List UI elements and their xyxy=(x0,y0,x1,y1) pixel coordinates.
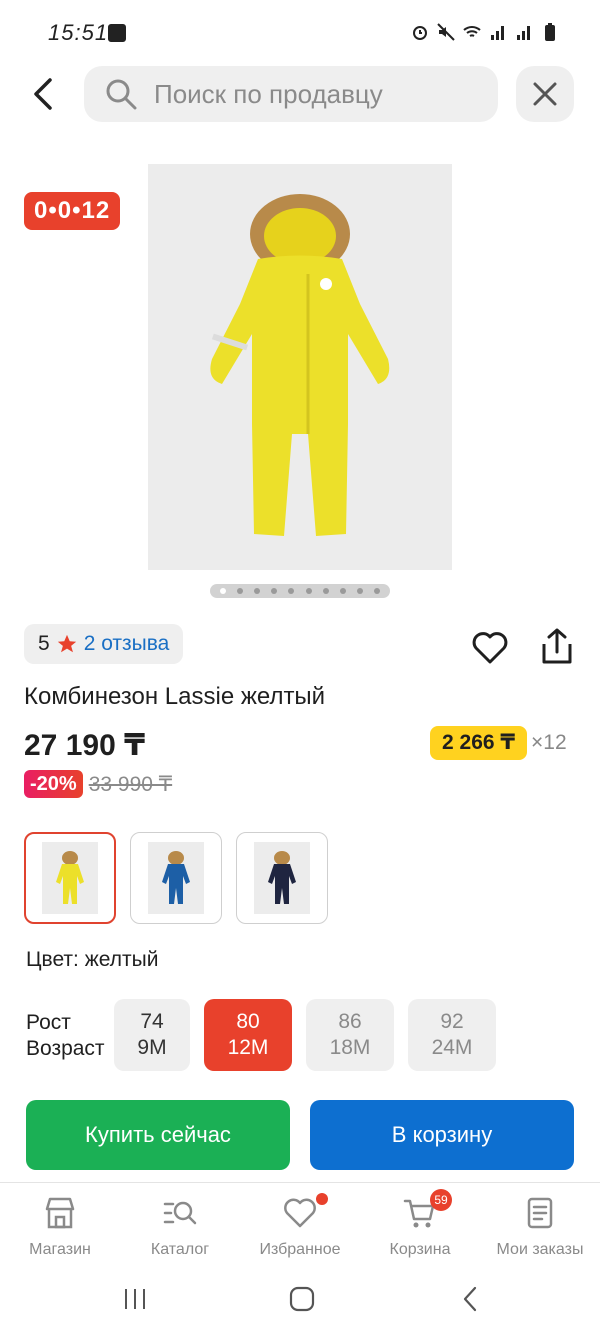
color-label: Цвет: желтый xyxy=(26,948,159,971)
nav-label: Каталог xyxy=(150,1241,210,1258)
color-swatch-navy[interactable] xyxy=(236,832,328,924)
pager-dot[interactable] xyxy=(374,588,381,594)
favorite-heart-icon[interactable] xyxy=(470,628,510,668)
status-bar: 15:51 xyxy=(0,0,600,64)
system-navigation-bar xyxy=(0,1272,600,1332)
image-pager-dots[interactable] xyxy=(210,584,390,598)
installment-info[interactable]: 2 266 ₸ ×12 xyxy=(430,726,567,760)
nav-item-cart[interactable]: 59 Корзина xyxy=(360,1183,480,1270)
color-swatch-yellow[interactable] xyxy=(24,832,116,924)
installment-promo-badge: 0•0•12 xyxy=(24,192,121,230)
product-title: Комбинезон Lassie желтый xyxy=(24,683,326,710)
size-option-86[interactable]: 86 18M xyxy=(306,999,394,1071)
signal-icon xyxy=(491,26,504,40)
share-icon[interactable] xyxy=(536,626,578,668)
size-option-92[interactable]: 92 24M xyxy=(408,999,496,1071)
pager-dot[interactable] xyxy=(236,588,243,594)
size-age: 12M xyxy=(227,1036,269,1059)
age-label: Возраст xyxy=(26,1037,105,1060)
status-icons xyxy=(410,22,560,42)
size-option-80[interactable]: 80 12M xyxy=(204,999,292,1071)
yellow-snowsuit-thumb xyxy=(56,851,84,904)
wifi-icon xyxy=(463,26,481,37)
seller-search-input[interactable]: Поиск по продавцу xyxy=(84,66,498,122)
battery-icon xyxy=(545,23,555,41)
pager-dot[interactable] xyxy=(288,588,295,594)
size-age: 18M xyxy=(329,1036,371,1059)
nav-label: Мои заказы xyxy=(496,1241,584,1258)
size-age: 24M xyxy=(431,1036,473,1059)
size-height: 92 xyxy=(440,1010,464,1033)
recent-apps-icon[interactable] xyxy=(122,1286,148,1312)
bottom-navigation: Магазин Каталог Избранное 59 Корзина Мои… xyxy=(0,1182,600,1270)
reviews-link[interactable]: 2 отзыва xyxy=(84,632,170,656)
rating-score: 5 xyxy=(38,632,50,655)
orders-icon xyxy=(527,1197,553,1229)
color-swatches xyxy=(24,832,328,924)
yellow-snowsuit-illustration xyxy=(210,194,390,536)
size-options: 74 9M 80 12M 86 18M 92 24M xyxy=(114,999,496,1071)
nav-item-store[interactable]: Магазин xyxy=(0,1183,120,1270)
signal-icon-2 xyxy=(517,26,530,40)
nav-item-orders[interactable]: Мои заказы xyxy=(480,1183,600,1270)
discount-row: -20% 33 990 ₸ xyxy=(24,770,172,798)
pager-dot[interactable] xyxy=(219,588,226,594)
product-image[interactable] xyxy=(148,164,452,570)
status-time: 15:51 xyxy=(48,20,109,45)
size-age: 9M xyxy=(137,1036,167,1059)
size-height: 80 xyxy=(236,1010,260,1033)
heart-icon xyxy=(284,1198,316,1228)
size-height: 86 xyxy=(338,1010,362,1033)
nav-item-catalog[interactable]: Каталог xyxy=(120,1183,240,1270)
pager-dot[interactable] xyxy=(357,588,364,594)
back-arrow-icon[interactable] xyxy=(26,76,62,112)
pager-dot[interactable] xyxy=(339,588,346,594)
size-row-labels: Рост Возраст xyxy=(26,1010,105,1062)
installment-months: ×12 xyxy=(531,731,567,754)
color-swatch-blue[interactable] xyxy=(130,832,222,924)
height-label: Рост xyxy=(26,1011,71,1034)
favorites-notification-dot xyxy=(316,1193,328,1205)
pager-dot[interactable] xyxy=(305,588,312,594)
pager-dot[interactable] xyxy=(322,588,329,594)
installment-amount: 2 266 ₸ xyxy=(430,726,527,760)
rating-chip[interactable]: 5 2 отзыва xyxy=(24,624,184,664)
add-to-cart-button[interactable]: В корзину xyxy=(310,1100,574,1170)
store-icon xyxy=(45,1197,75,1229)
search-placeholder: Поиск по продавцу xyxy=(154,78,383,109)
search-header: Поиск по продавцу xyxy=(0,64,600,124)
discount-badge: -20% xyxy=(24,770,83,798)
star-icon xyxy=(57,634,76,653)
nav-label: Избранное xyxy=(259,1241,341,1258)
old-price: 33 990 ₸ xyxy=(88,772,173,796)
close-icon xyxy=(533,82,557,106)
product-price: 27 190 ₸ xyxy=(24,729,145,762)
close-button[interactable] xyxy=(516,66,574,122)
home-icon[interactable] xyxy=(289,1286,315,1312)
cart-count-badge: 59 xyxy=(430,1189,452,1211)
pager-dot[interactable] xyxy=(271,588,278,594)
search-icon xyxy=(106,79,137,110)
size-height: 74 xyxy=(140,1010,164,1033)
system-back-icon[interactable] xyxy=(458,1286,484,1312)
gallery-notification-icon xyxy=(108,24,126,42)
navy-snowsuit-thumb xyxy=(268,851,296,904)
nav-item-favorites[interactable]: Избранное xyxy=(240,1183,360,1270)
catalog-search-icon xyxy=(163,1201,197,1225)
mute-icon xyxy=(437,23,455,41)
alarm-icon xyxy=(413,26,427,40)
pager-dot[interactable] xyxy=(253,588,260,594)
buy-now-button[interactable]: Купить сейчас xyxy=(26,1100,290,1170)
size-option-74[interactable]: 74 9M xyxy=(114,999,190,1071)
nav-label: Корзина xyxy=(389,1241,451,1258)
nav-label: Магазин xyxy=(29,1241,91,1258)
blue-snowsuit-thumb xyxy=(162,851,190,904)
